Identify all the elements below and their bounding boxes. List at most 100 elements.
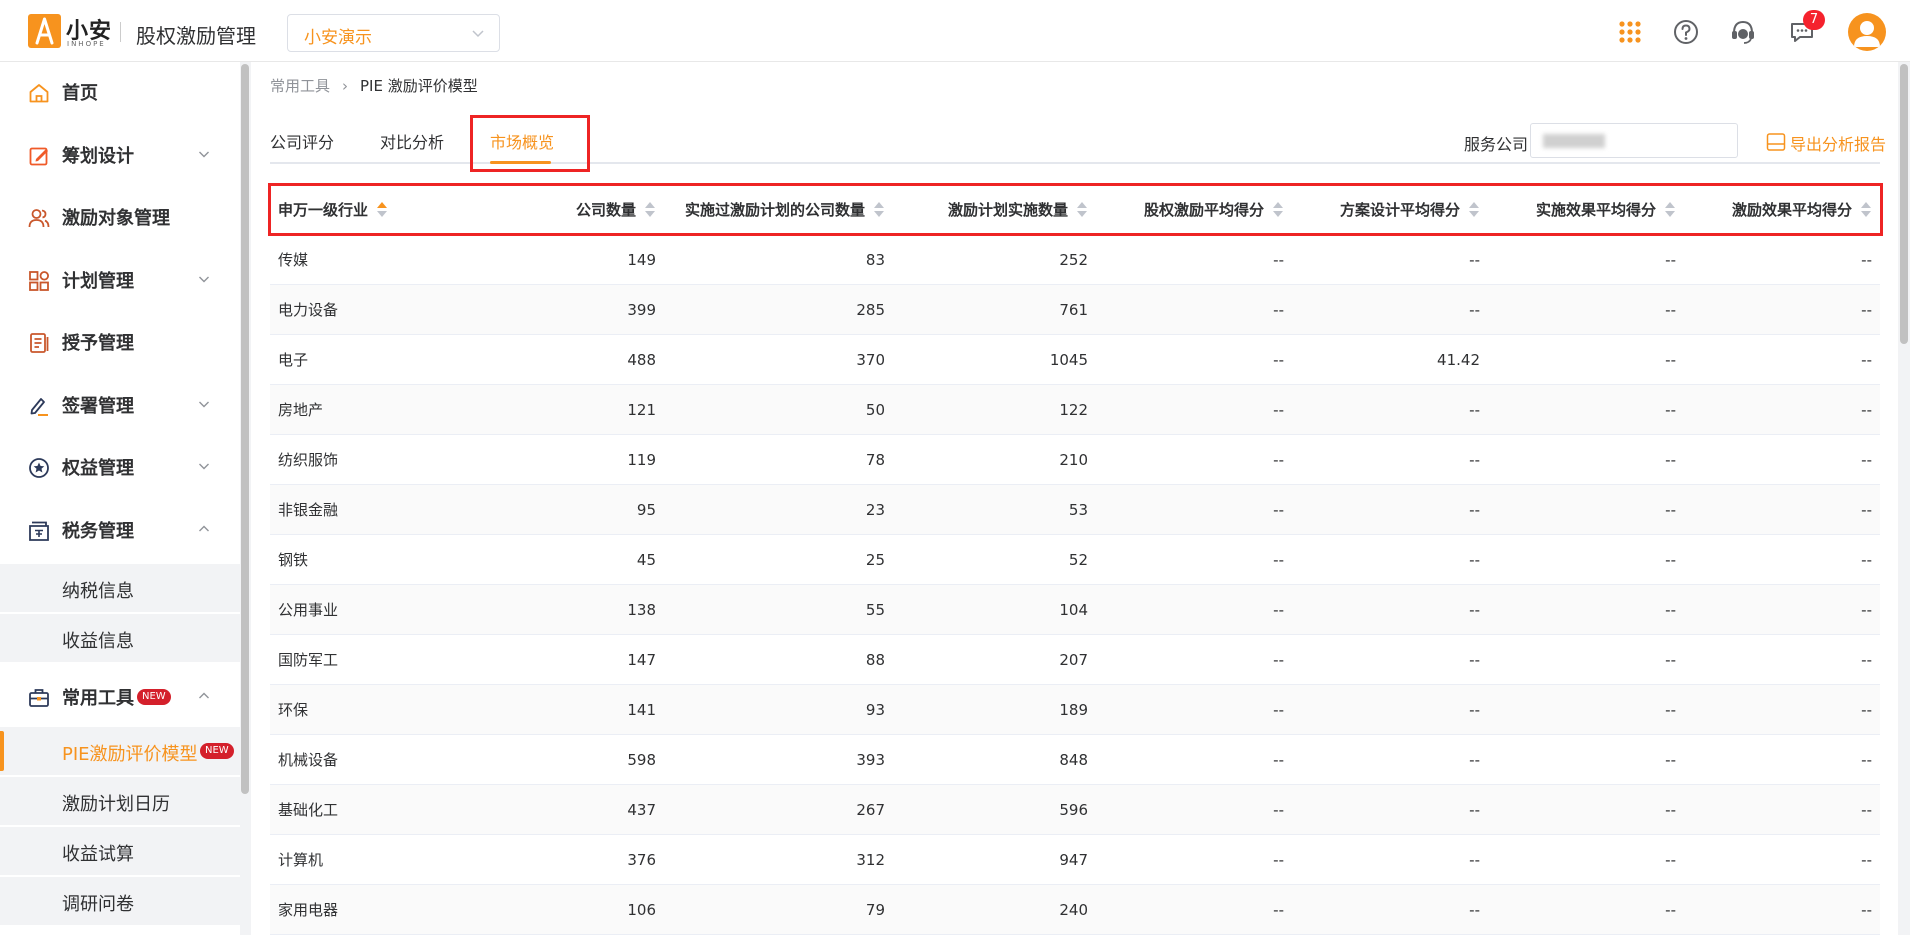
sidebar-subitem-income-calculator[interactable]: 收益试算 bbox=[0, 827, 240, 875]
service-company-redacted bbox=[1543, 134, 1605, 148]
table-cell: -- bbox=[1665, 901, 1676, 919]
sidebar-subitem-label: 收益试算 bbox=[62, 844, 134, 865]
table-row: 房地产 121 50 122 -- -- -- -- bbox=[270, 385, 1880, 435]
table-cell: 纺织服饰 bbox=[278, 451, 339, 469]
sidebar-subitem-label: 调研问卷 bbox=[62, 894, 134, 915]
table-cell: 240 bbox=[1059, 901, 1088, 919]
table-cell: -- bbox=[1469, 301, 1480, 319]
table-cell: -- bbox=[1665, 351, 1676, 369]
tab-company-score[interactable]: 公司评分 bbox=[270, 129, 334, 153]
company-select[interactable]: 小安演示 bbox=[287, 14, 500, 52]
sidebar-item-common-tools[interactable]: 常用工具 NEW bbox=[0, 668, 240, 724]
chevron-down-icon bbox=[199, 151, 209, 158]
table-cell: 947 bbox=[1059, 851, 1088, 869]
sidebar-item-incentive-targets[interactable]: 激励对象管理 bbox=[0, 188, 240, 244]
sidebar-item-tax-management[interactable]: 税务管理 bbox=[0, 501, 240, 557]
table-cell: 267 bbox=[856, 801, 885, 819]
sidebar-item-equity-management[interactable]: 权益管理 bbox=[0, 438, 240, 494]
chevron-down-icon bbox=[199, 276, 209, 283]
breadcrumb: 常用工具 › PIE 激励评价模型 bbox=[270, 75, 478, 96]
sidebar-scrollbar[interactable] bbox=[241, 64, 249, 794]
sidebar-subitem-label: 收益信息 bbox=[62, 631, 134, 652]
table-cell: 149 bbox=[627, 251, 656, 269]
table-cell: 52 bbox=[1068, 551, 1088, 569]
table-cell: -- bbox=[1665, 601, 1676, 619]
table-cell: 598 bbox=[627, 751, 656, 769]
customer-service-icon[interactable] bbox=[1729, 18, 1757, 46]
user-avatar[interactable] bbox=[1848, 13, 1886, 51]
table-cell: -- bbox=[1665, 751, 1676, 769]
table-cell: 95 bbox=[636, 501, 656, 519]
sidebar-item-grant-management[interactable]: 授予管理 bbox=[0, 313, 240, 369]
apps-grid-icon[interactable] bbox=[1616, 18, 1644, 46]
user-icon bbox=[1854, 21, 1880, 47]
table-cell: -- bbox=[1861, 401, 1872, 419]
export-report-label: 导出分析报告 bbox=[1790, 135, 1887, 154]
sidebar-item-planning-design[interactable]: 筹划设计 bbox=[0, 126, 240, 182]
table-cell: 电子 bbox=[278, 351, 309, 369]
table-cell: -- bbox=[1665, 651, 1676, 669]
sidebar-subitem-pie-model[interactable]: PIE激励评价模型 NEW bbox=[0, 727, 240, 775]
breadcrumb-current: PIE 激励评价模型 bbox=[360, 77, 478, 95]
table-row: 国防军工 147 88 207 -- -- -- -- bbox=[270, 635, 1880, 685]
table-cell: -- bbox=[1861, 501, 1872, 519]
main-scrollbar[interactable] bbox=[1900, 64, 1908, 344]
table-cell: 119 bbox=[627, 451, 656, 469]
table-cell: -- bbox=[1273, 351, 1284, 369]
sidebar-subitem-label: 纳税信息 bbox=[62, 581, 134, 602]
table-cell: -- bbox=[1665, 701, 1676, 719]
table-cell: 78 bbox=[865, 451, 885, 469]
table-cell: -- bbox=[1469, 451, 1480, 469]
table-cell: 370 bbox=[856, 351, 885, 369]
chevron-down-icon bbox=[199, 401, 209, 408]
table-cell: -- bbox=[1861, 751, 1872, 769]
sidebar-subitem-incentive-calendar[interactable]: 激励计划日历 bbox=[0, 777, 240, 825]
table-cell: -- bbox=[1665, 551, 1676, 569]
badge-icon bbox=[29, 458, 49, 478]
sidebar-item-signing-management[interactable]: 签署管理 bbox=[0, 376, 240, 432]
breadcrumb-root[interactable]: 常用工具 bbox=[270, 77, 330, 95]
help-icon[interactable] bbox=[1672, 18, 1700, 46]
table-row: 传媒 149 83 252 -- -- -- -- bbox=[270, 235, 1880, 285]
sidebar-item-label: 筹划设计 bbox=[62, 146, 134, 167]
table-cell: -- bbox=[1665, 801, 1676, 819]
users-icon bbox=[28, 209, 50, 228]
sidebar-subitem-survey[interactable]: 调研问卷 bbox=[0, 877, 240, 925]
service-company-label: 服务公司 bbox=[1464, 135, 1529, 154]
table-cell: -- bbox=[1273, 551, 1284, 569]
table-cell: 138 bbox=[627, 601, 656, 619]
sidebar-subitem-label: 激励计划日历 bbox=[62, 794, 170, 815]
signature-icon bbox=[30, 398, 48, 416]
new-tag: NEW bbox=[200, 743, 234, 759]
table-cell: -- bbox=[1861, 901, 1872, 919]
sidebar-item-label: 授予管理 bbox=[62, 333, 134, 354]
table-cell: -- bbox=[1469, 551, 1480, 569]
table-cell: 210 bbox=[1059, 451, 1088, 469]
table-header-highlight-box bbox=[268, 183, 1883, 236]
export-icon bbox=[1766, 133, 1786, 151]
table-cell: -- bbox=[1469, 751, 1480, 769]
sidebar-subitem-tax-info[interactable]: 纳税信息 bbox=[0, 564, 240, 612]
toolbox-icon bbox=[29, 689, 49, 707]
table-cell: -- bbox=[1861, 851, 1872, 869]
app-title: 股权激励管理 bbox=[136, 24, 256, 48]
sidebar-subitem-label: PIE激励评价模型 bbox=[62, 744, 198, 765]
table-cell: -- bbox=[1861, 451, 1872, 469]
sidebar-item-label: 签署管理 bbox=[62, 396, 134, 417]
service-company-input[interactable] bbox=[1530, 123, 1738, 158]
table-cell: -- bbox=[1469, 801, 1480, 819]
table-cell: -- bbox=[1469, 651, 1480, 669]
table-cell: 437 bbox=[627, 801, 656, 819]
table-cell: -- bbox=[1273, 451, 1284, 469]
table-cell: 93 bbox=[865, 701, 885, 719]
tax-icon bbox=[29, 521, 49, 541]
document-icon bbox=[30, 333, 49, 353]
tab-comparison-analysis[interactable]: 对比分析 bbox=[380, 129, 444, 153]
sidebar-item-plan-management[interactable]: 计划管理 bbox=[0, 251, 240, 307]
sidebar-item-home[interactable]: 首页 bbox=[0, 63, 240, 119]
sidebar-subitem-income-info[interactable]: 收益信息 bbox=[0, 614, 240, 662]
table-cell: -- bbox=[1273, 601, 1284, 619]
table-cell: -- bbox=[1469, 601, 1480, 619]
table-cell: -- bbox=[1469, 501, 1480, 519]
table-cell: -- bbox=[1861, 351, 1872, 369]
